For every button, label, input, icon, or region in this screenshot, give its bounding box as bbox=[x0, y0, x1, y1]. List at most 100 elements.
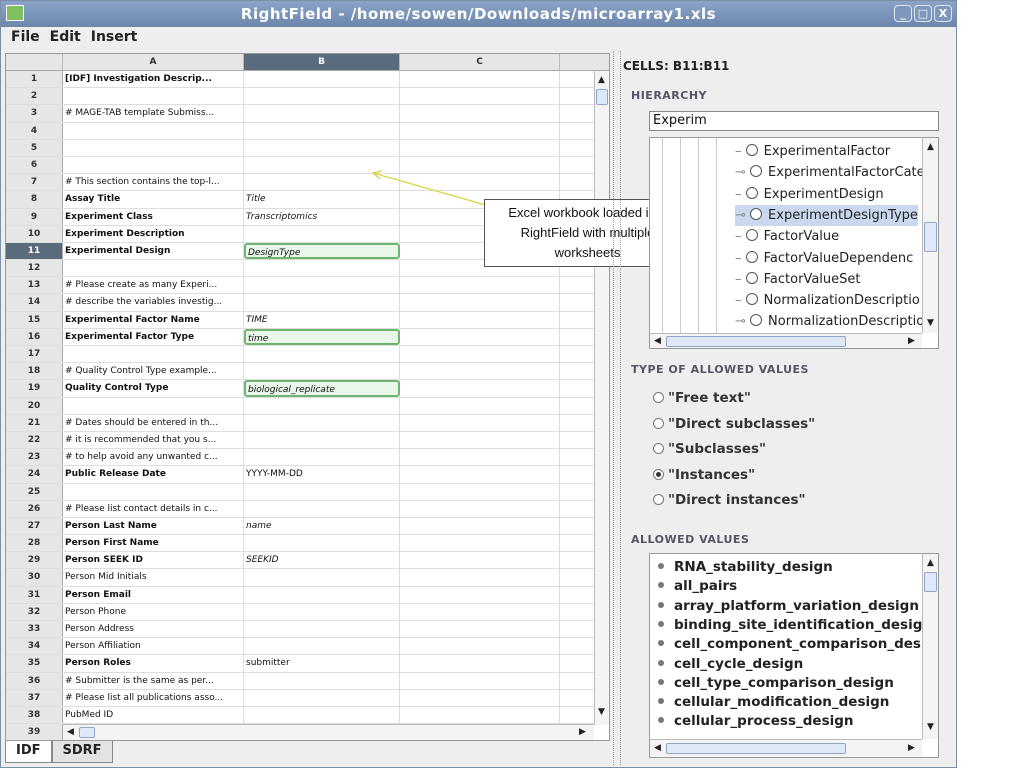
cell-a[interactable]: Person Roles bbox=[63, 655, 244, 672]
cell-a[interactable]: Quality Control Type bbox=[63, 380, 244, 397]
tree-node[interactable]: – FactorValue bbox=[735, 226, 839, 247]
cell-a[interactable]: # to help avoid any unwanted c... bbox=[63, 449, 244, 466]
cell-a[interactable]: Person Address bbox=[63, 621, 244, 638]
tab-idf[interactable]: IDF bbox=[5, 741, 52, 763]
cell-b[interactable]: YYYY-MM-DD bbox=[244, 466, 400, 483]
hierarchy-search-input[interactable]: Experim bbox=[649, 111, 939, 131]
cell-a[interactable]: Person First Name bbox=[63, 535, 244, 552]
cell-a[interactable] bbox=[63, 397, 244, 414]
list-item[interactable]: cell_cycle_design bbox=[658, 656, 803, 672]
cell-a[interactable]: # Please create as many Experi... bbox=[63, 277, 244, 294]
cell-a[interactable]: # it is recommended that you s... bbox=[63, 431, 244, 449]
ontology-cell-b[interactable]: biological_replicate bbox=[244, 380, 400, 397]
scroll-down-icon[interactable]: ▼ bbox=[598, 707, 605, 717]
row-number[interactable]: 25 bbox=[6, 483, 63, 500]
scroll-right-icon[interactable]: ▶ bbox=[579, 727, 586, 737]
cell-b[interactable] bbox=[244, 621, 400, 638]
class-hierarchy-tree[interactable]: – ExperimentalFactor ⊸ ExperimentalFactor… bbox=[649, 137, 939, 349]
cell-b[interactable] bbox=[244, 414, 400, 431]
allowed-type-option[interactable]: "Free text" bbox=[653, 390, 751, 406]
row-number[interactable]: 18 bbox=[6, 363, 63, 380]
cell-b[interactable] bbox=[244, 346, 400, 363]
row-number[interactable]: 15 bbox=[6, 311, 63, 328]
cell-c[interactable] bbox=[400, 706, 560, 724]
cell-b[interactable] bbox=[244, 603, 400, 620]
expand-handle-icon[interactable]: ⊸ bbox=[735, 314, 750, 329]
cell-c[interactable] bbox=[400, 466, 560, 483]
row-number[interactable]: 17 bbox=[6, 346, 63, 363]
cell-b[interactable]: TIME bbox=[244, 311, 400, 328]
sheet-horizontal-scrollbar[interactable]: ◀ ▶ bbox=[63, 724, 594, 740]
row-number[interactable]: 27 bbox=[6, 517, 63, 535]
scroll-up-icon[interactable]: ▲ bbox=[927, 558, 934, 568]
row-number[interactable]: 32 bbox=[6, 603, 63, 620]
cell-b[interactable] bbox=[244, 363, 400, 380]
row-number[interactable]: 26 bbox=[6, 500, 63, 517]
row-number[interactable]: 38 bbox=[6, 706, 63, 724]
row-number[interactable]: 28 bbox=[6, 535, 63, 552]
tab-sdrf[interactable]: SDRF bbox=[51, 741, 113, 763]
cell-c[interactable] bbox=[400, 569, 560, 586]
scroll-left-icon[interactable]: ◀ bbox=[67, 727, 74, 737]
list-item[interactable]: array_platform_variation_design bbox=[658, 598, 919, 614]
row-number[interactable]: 39 bbox=[6, 724, 63, 740]
cell-c[interactable] bbox=[400, 277, 560, 294]
split-pane-divider[interactable] bbox=[613, 51, 621, 765]
cell-a[interactable]: Person Affiliation bbox=[63, 638, 244, 655]
cell-a[interactable]: # Dates should be entered in th... bbox=[63, 414, 244, 431]
row-number[interactable]: 14 bbox=[6, 294, 63, 311]
cell-a[interactable]: Person Email bbox=[63, 586, 244, 603]
row-number[interactable]: 22 bbox=[6, 431, 63, 449]
list-item[interactable]: cellular_modification_design bbox=[658, 694, 889, 710]
cell-a[interactable]: # describe the variables investig... bbox=[63, 294, 244, 311]
cell-c[interactable] bbox=[400, 431, 560, 449]
cell-b[interactable]: submitter bbox=[244, 655, 400, 672]
cell-a[interactable] bbox=[63, 346, 244, 363]
list-item[interactable]: all_pairs bbox=[658, 578, 737, 594]
row-number[interactable]: 36 bbox=[6, 672, 63, 689]
scroll-down-icon[interactable]: ▼ bbox=[927, 722, 934, 732]
radio-button[interactable] bbox=[653, 417, 664, 429]
row-number[interactable]: 31 bbox=[6, 586, 63, 603]
close-button[interactable]: X bbox=[934, 5, 952, 22]
allowed-type-option[interactable]: "Subclasses" bbox=[653, 441, 766, 457]
row-number[interactable]: 37 bbox=[6, 689, 63, 706]
cell-b[interactable] bbox=[244, 672, 400, 689]
cell-a[interactable]: Person Mid Initials bbox=[63, 569, 244, 586]
values-vertical-scrollbar[interactable]: ▲ ▼ bbox=[922, 554, 938, 739]
cell-c[interactable] bbox=[400, 689, 560, 706]
allowed-values-list[interactable]: RNA_stability_design all_pairs array_platf… bbox=[649, 553, 939, 758]
cell-c[interactable] bbox=[400, 603, 560, 620]
cell-b[interactable] bbox=[244, 483, 400, 500]
cell-b[interactable] bbox=[244, 397, 400, 414]
cell-a[interactable]: Public Release Date bbox=[63, 466, 244, 483]
cell-b[interactable] bbox=[244, 260, 400, 277]
values-h-scroll-thumb[interactable] bbox=[666, 743, 846, 754]
cell-c[interactable] bbox=[400, 294, 560, 311]
cell-a[interactable]: Person Phone bbox=[63, 603, 244, 620]
cell-c[interactable] bbox=[400, 328, 560, 345]
cell-c[interactable] bbox=[400, 672, 560, 689]
cell-c[interactable] bbox=[400, 363, 560, 380]
row-number[interactable]: 24 bbox=[6, 466, 63, 483]
minimize-button[interactable]: _ bbox=[894, 5, 912, 22]
cell-b[interactable] bbox=[244, 535, 400, 552]
cell-b[interactable] bbox=[244, 569, 400, 586]
cell-c[interactable] bbox=[400, 397, 560, 414]
scroll-left-icon[interactable]: ◀ bbox=[654, 336, 661, 346]
cell-c[interactable] bbox=[400, 380, 560, 397]
tree-scroll-thumb[interactable] bbox=[924, 222, 937, 252]
tree-h-scroll-thumb[interactable] bbox=[666, 336, 846, 347]
tree-node[interactable]: – ExperimentalFactor bbox=[735, 141, 890, 162]
cell-b[interactable] bbox=[244, 706, 400, 724]
row-number[interactable]: 20 bbox=[6, 397, 63, 414]
scroll-left-icon[interactable]: ◀ bbox=[654, 743, 661, 753]
cell-b[interactable]: name bbox=[244, 517, 400, 535]
row-number[interactable]: 23 bbox=[6, 449, 63, 466]
cell-b[interactable] bbox=[244, 500, 400, 517]
tree-horizontal-scrollbar[interactable]: ◀ ▶ bbox=[650, 333, 922, 348]
cell-c[interactable] bbox=[400, 655, 560, 672]
radio-button[interactable] bbox=[653, 443, 664, 454]
tree-node[interactable]: ⊸ ExperimentalFactorCate bbox=[735, 162, 925, 183]
cell-a[interactable]: # Please list contact details in c... bbox=[63, 500, 244, 517]
